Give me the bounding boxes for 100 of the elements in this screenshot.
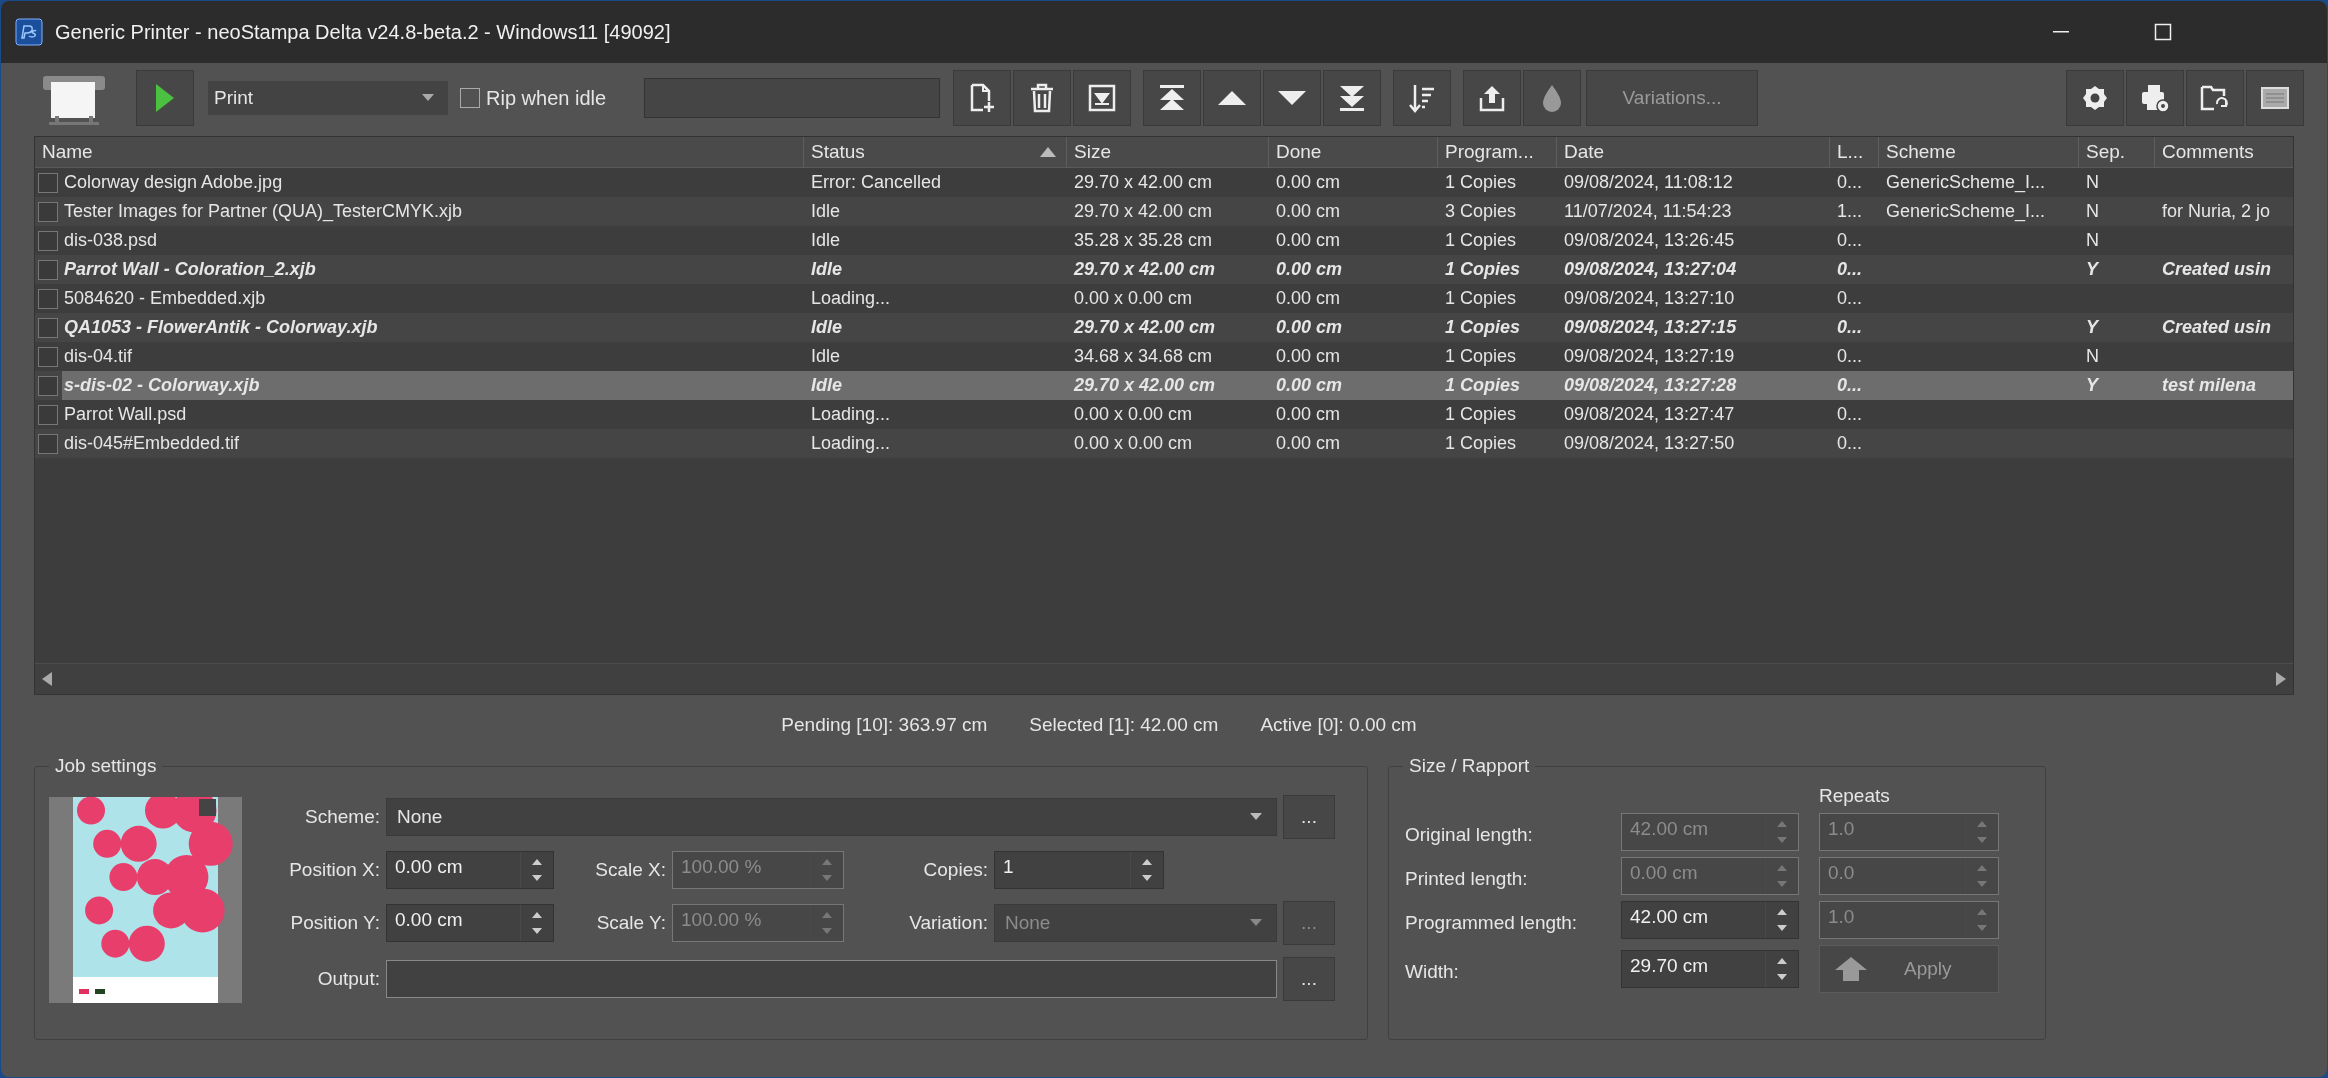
table-cell: 0.00 cm (1276, 230, 1341, 251)
table-cell: Idle (811, 259, 842, 280)
column-header[interactable]: Name (35, 137, 804, 167)
group-title: Size / Rapport (1408, 755, 1531, 777)
ink-button[interactable] (1523, 70, 1582, 126)
column-header[interactable]: Scheme (1879, 137, 2079, 167)
folder-refresh-button[interactable] (2186, 70, 2244, 126)
output-field[interactable] (386, 960, 1277, 998)
row-checkbox[interactable] (38, 404, 58, 425)
move-bottom-button[interactable] (1323, 70, 1382, 126)
column-header[interactable]: Date (1557, 137, 1830, 167)
table-cell: 29.70 x 42.00 cm (1074, 172, 1213, 193)
settings-icon (2081, 84, 2109, 112)
column-header[interactable]: Done (1269, 137, 1438, 167)
browse-button[interactable]: ... (1283, 795, 1335, 839)
table-cell: 0.00 cm (1276, 317, 1343, 338)
export-button[interactable] (1463, 70, 1522, 126)
ink-drop-icon (1541, 83, 1564, 113)
panel-icon (2260, 86, 2290, 110)
column-header[interactable]: Status (804, 137, 1067, 167)
row-checkbox[interactable] (38, 317, 58, 338)
row-checkbox[interactable] (38, 201, 58, 222)
text-field[interactable] (644, 78, 941, 118)
table-cell: 1 Copies (1445, 230, 1517, 251)
table-cell: 3 Copies (1445, 201, 1517, 222)
column-header[interactable]: Sep. (2079, 137, 2155, 167)
spin-field[interactable]: 29.70 cm (1621, 950, 1799, 988)
row-checkbox[interactable] (38, 346, 58, 367)
table-cell: 09/08/2024, 13:27:47 (1564, 404, 1735, 425)
table-cell-text: Parrot Wall.psd (63, 403, 188, 426)
table-cell: 09/08/2024, 13:27:50 (1564, 433, 1735, 454)
printer-gear-icon (2140, 83, 2170, 113)
scroll-left-icon[interactable] (41, 672, 53, 686)
field-label: Scale Y: (595, 912, 666, 934)
dropdown[interactable]: None (386, 798, 1277, 836)
folder-refresh-icon (2200, 83, 2230, 113)
row-checkbox[interactable] (38, 375, 58, 396)
table-cell: 1 Copies (1445, 288, 1517, 309)
start-button[interactable] (136, 70, 194, 126)
spin-field[interactable]: 0.00 cm (386, 851, 554, 889)
field-label: Printed length: (1405, 867, 1529, 890)
sort-button[interactable] (1393, 70, 1452, 126)
table-cell-text: dis-038.psd (63, 229, 159, 252)
row-checkbox[interactable] (38, 230, 58, 251)
table-cell: N (2086, 201, 2099, 222)
delete-button[interactable] (1013, 70, 1072, 126)
spin-field[interactable]: 0.00 cm (386, 904, 554, 942)
maximize-icon[interactable] (2153, 22, 2173, 42)
spin-field[interactable]: 42.00 cm (1621, 901, 1799, 939)
printer-settings-button[interactable] (2126, 70, 2184, 126)
column-header[interactable]: Comments (2155, 137, 2293, 167)
table-row[interactable]: Tester Images for Partner (QUA)_TesterCMYK.xjb Idle 29.70 x 42.00 cm 0.00 cm 3 Copies 11/07/2024, 11:54:23 1... GenericScheme_I... N for Nuria, 2 jo (35, 197, 2293, 226)
table-cell: N (2086, 346, 2099, 367)
table-cell: 1 Copies (1445, 172, 1517, 193)
mode-dropdown[interactable]: Print (208, 81, 448, 115)
panel-button[interactable] (2246, 70, 2304, 126)
table-cell: Created usin (2162, 317, 2272, 338)
caret-icon (422, 94, 434, 102)
column-header[interactable]: Program... (1438, 137, 1557, 167)
table-row[interactable]: dis-045#Embedded.tif Loading... 0.00 x 0.00 cm 0.00 cm 1 Copies 09/08/2024, 13:27:50 0... (35, 429, 2293, 458)
field-label: Width: (1405, 960, 1460, 983)
settings-button[interactable] (2066, 70, 2124, 126)
table-cell: 0... (1837, 433, 1862, 454)
import-button[interactable] (1073, 70, 1132, 126)
table-cell: 0.00 cm (1276, 346, 1341, 367)
group-title: Job settings (54, 755, 158, 777)
table-cell: Y (2086, 259, 2098, 280)
field-label: Copies: (922, 859, 988, 881)
table-cell: 0.00 x 0.00 cm (1074, 433, 1193, 454)
field-label: Variation: (908, 912, 988, 934)
column-header[interactable]: Size (1067, 137, 1269, 167)
table-cell-text: dis-04.tif (63, 345, 134, 368)
table-cell: 0.00 cm (1276, 375, 1343, 396)
move-top-button[interactable] (1143, 70, 1202, 126)
row-checkbox[interactable] (38, 288, 58, 309)
move-down-button[interactable] (1263, 70, 1322, 126)
table-row[interactable]: QA1053 - FlowerAntik - Colorway.xjb Idle 29.70 x 42.00 cm 0.00 cm 1 Copies 09/08/2024, 13:27:15 0... Y Created usin (35, 313, 2293, 342)
column-header[interactable]: L... (1830, 137, 1879, 167)
add-file-icon (968, 83, 997, 113)
table-cell: 34.68 x 34.68 cm (1074, 346, 1213, 367)
row-checkbox[interactable] (38, 172, 58, 193)
table-row[interactable]: s-dis-02 - Colorway.xjb Idle 29.70 x 42.00 cm 0.00 cm 1 Copies 09/08/2024, 13:27:28 0... Y test milena (35, 371, 2293, 400)
row-checkbox[interactable] (38, 259, 58, 280)
spin-field[interactable]: 1 (994, 851, 1164, 889)
table-cell: 0.00 cm (1276, 172, 1341, 193)
scroll-right-icon[interactable] (2275, 672, 2287, 686)
table-cell: Created usin (2162, 259, 2272, 280)
play-icon (154, 83, 176, 113)
table-cell: 09/08/2024, 13:27:15 (1564, 317, 1737, 338)
field-label: Programmed length: (1405, 911, 1579, 934)
table-cell: N (2086, 230, 2099, 251)
browse-button[interactable]: ... (1283, 957, 1335, 1001)
table-row[interactable]: Parrot Wall - Coloration_2.xjb Idle 29.70 x 42.00 cm 0.00 cm 1 Copies 09/08/2024, 13:27:04 0... Y Created usin (35, 255, 2293, 284)
table-cell: 0... (1837, 375, 1862, 396)
new-file-button[interactable] (953, 70, 1012, 126)
table-cell: GenericScheme_I... (1886, 201, 2046, 222)
move-up-button[interactable] (1203, 70, 1262, 126)
table-cell-text: QA1053 - FlowerAntik - Colorway.xjb (63, 316, 379, 339)
rip-when-idle-checkbox[interactable]: Rip when idle (460, 86, 607, 110)
row-checkbox[interactable] (38, 433, 58, 454)
